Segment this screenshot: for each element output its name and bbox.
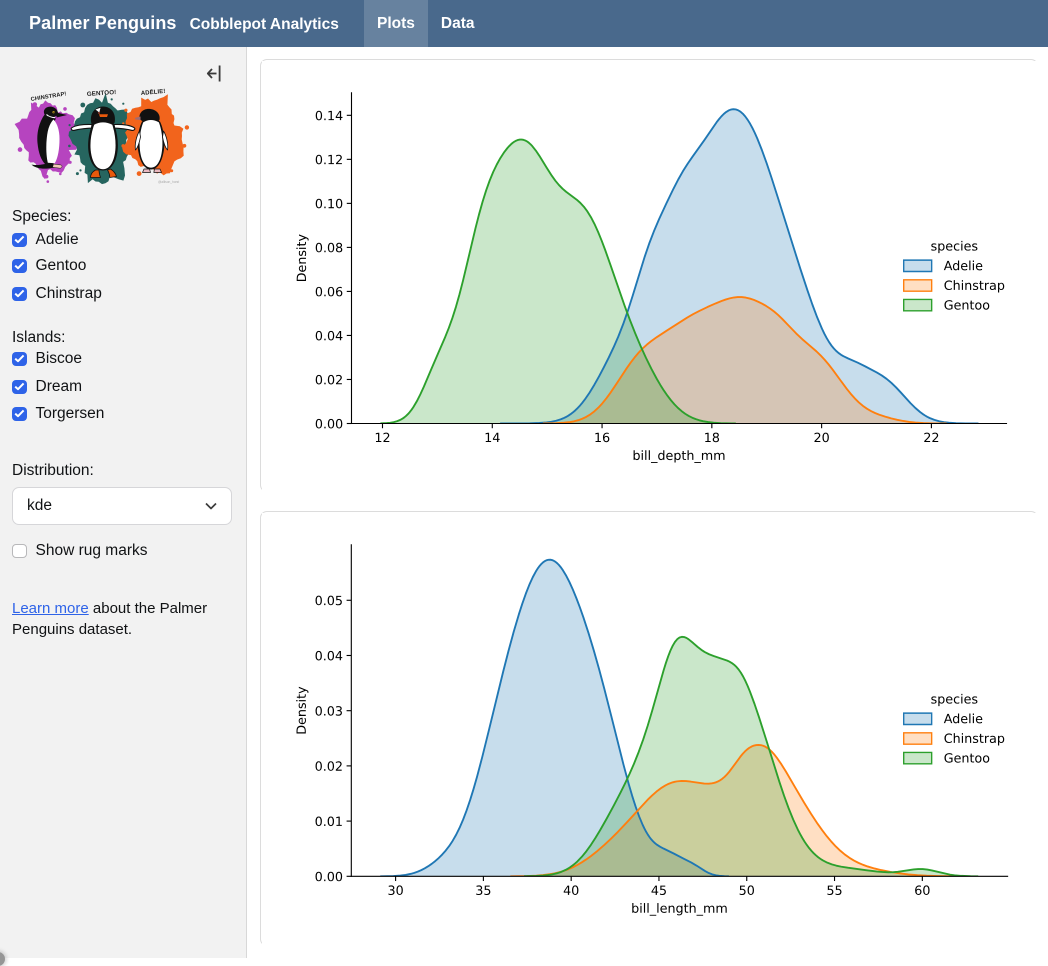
- svg-text:@allison_horst: @allison_horst: [158, 180, 179, 184]
- svg-text:GENTOO!: GENTOO!: [87, 89, 117, 98]
- svg-text:ADĒLIE!: ADĒLIE!: [141, 88, 166, 97]
- svg-text:CHINSTRAP!: CHINSTRAP!: [30, 91, 67, 103]
